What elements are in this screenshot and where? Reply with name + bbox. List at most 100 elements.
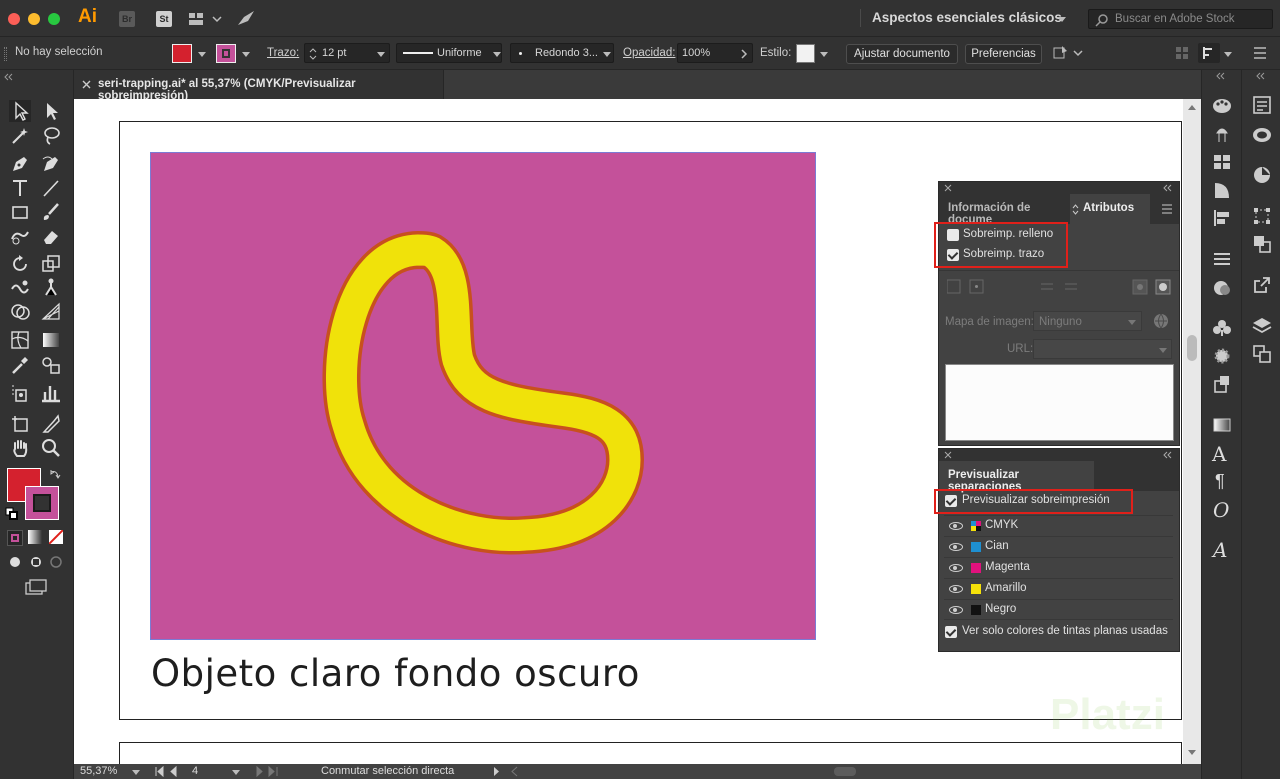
pathfinder-icon[interactable] (1252, 234, 1272, 254)
opentype-icon[interactable]: O (1213, 498, 1229, 522)
close-icon[interactable] (944, 451, 952, 459)
mesh-tool-icon[interactable] (9, 329, 31, 351)
zoom-window-button[interactable] (48, 13, 60, 25)
status-menu-icon[interactable] (492, 766, 522, 777)
chevron-down-icon[interactable] (232, 770, 240, 775)
properties-icon[interactable] (1252, 95, 1272, 115)
zoom-level[interactable]: 55,37% (80, 765, 117, 777)
symbol-sprayer-tool-icon[interactable] (9, 382, 31, 404)
select-similar-icon[interactable] (1052, 45, 1084, 61)
gpu-performance-icon[interactable] (236, 9, 256, 27)
puppet-warp-tool-icon[interactable] (40, 277, 62, 299)
export-asset-icon[interactable] (1212, 374, 1232, 394)
variable-width-profile[interactable]: Uniforme (396, 43, 502, 63)
tab-document-info[interactable]: Información de docume (939, 194, 1070, 226)
horizontal-scroll-thumb[interactable] (834, 767, 856, 776)
next-artboard[interactable] (119, 742, 1182, 764)
screen-mode-icon[interactable] (24, 578, 48, 596)
brush-definition[interactable]: Redondo 3... (510, 43, 614, 63)
stock-button[interactable]: St (156, 11, 172, 27)
opacity-label[interactable]: Opacidad: (623, 47, 675, 59)
appearance-icon[interactable] (1212, 278, 1232, 298)
lasso-tool-icon[interactable] (40, 125, 62, 147)
collapse-panel-icon[interactable] (4, 70, 70, 82)
symbols-icon[interactable] (1212, 180, 1232, 200)
collapse-panel-icon[interactable] (1163, 451, 1173, 459)
blend-tool-icon[interactable] (40, 354, 62, 376)
transform-icon[interactable] (1252, 206, 1272, 226)
none-mode-icon[interactable] (49, 530, 63, 544)
curvature-tool-icon[interactable] (40, 153, 62, 175)
artboards-icon[interactable] (1252, 344, 1272, 364)
document-tab[interactable]: seri-trapping.ai* al 55,37% (CMYK/Previs… (74, 70, 444, 102)
close-icon[interactable] (82, 80, 91, 89)
note-textarea[interactable] (945, 364, 1174, 441)
gradient-mode-icon[interactable] (28, 530, 42, 544)
eye-icon[interactable] (949, 543, 963, 551)
fit-document-button[interactable]: Ajustar documento (846, 44, 958, 64)
panel-header[interactable] (939, 449, 1179, 461)
draw-modes-icon[interactable] (7, 554, 67, 570)
color-guide-icon[interactable] (1252, 165, 1272, 185)
image-map-select[interactable]: Ninguno (1033, 311, 1142, 331)
rotate-tool-icon[interactable] (9, 253, 31, 275)
warp-tool-icon[interactable] (9, 277, 31, 299)
eyedropper-tool-icon[interactable] (9, 354, 31, 376)
column-graph-tool-icon[interactable] (40, 382, 62, 404)
eye-icon[interactable] (949, 585, 963, 593)
vertical-scrollbar[interactable] (1183, 99, 1201, 764)
layers-visibility-icon[interactable] (1212, 346, 1232, 366)
stepper-icon[interactable] (309, 47, 317, 61)
direct-selection-tool-icon[interactable] (40, 100, 62, 122)
separation-row-amarillo[interactable]: Amarillo (944, 578, 1173, 599)
swap-colors-icon[interactable] (49, 468, 61, 480)
separation-row-magenta[interactable]: Magenta (944, 557, 1173, 578)
scale-tool-icon[interactable] (40, 253, 62, 275)
arrange-documents-icon[interactable] (188, 11, 222, 27)
stroke-color-swatch[interactable] (25, 486, 59, 520)
artboard-number[interactable]: 4 (192, 765, 198, 777)
pen-tool-icon[interactable] (9, 153, 31, 175)
graphic-styles-icon[interactable] (1212, 318, 1232, 338)
export-icon[interactable] (1252, 275, 1272, 295)
panel-menu-icon[interactable] (1161, 204, 1173, 214)
bean-shape[interactable] (300, 220, 660, 570)
spot-colors-only-checkbox[interactable] (945, 626, 957, 638)
gradient-tool-icon[interactable] (40, 329, 62, 351)
chevron-down-icon[interactable] (1224, 52, 1232, 57)
zoom-tool-icon[interactable] (40, 437, 62, 459)
shaper-tool-icon[interactable] (9, 225, 31, 247)
first-prev-artboard-icon[interactable] (154, 766, 188, 777)
stroke-label[interactable]: Trazo: (267, 47, 299, 59)
perspective-grid-tool-icon[interactable] (40, 301, 62, 323)
slice-tool-icon[interactable] (40, 413, 62, 435)
artboard-tool-icon[interactable] (9, 413, 31, 435)
align-icon[interactable] (1174, 45, 1190, 61)
character-icon[interactable]: A (1212, 442, 1226, 466)
collapse-panel-icon[interactable] (1163, 184, 1173, 192)
fill-swatch[interactable] (172, 44, 192, 63)
selection-tool-icon[interactable] (9, 100, 31, 122)
transform-panel-icon[interactable] (1198, 43, 1220, 63)
stroke-weight-field[interactable]: 12 pt (304, 43, 390, 63)
magic-wand-tool-icon[interactable] (9, 125, 31, 147)
eraser-tool-icon[interactable] (40, 225, 62, 247)
separation-row-cian[interactable]: Cian (944, 536, 1173, 557)
stroke-panel-icon[interactable] (1212, 249, 1232, 269)
globe-icon[interactable] (1153, 313, 1169, 329)
url-field[interactable] (1033, 339, 1172, 359)
type-tool-icon[interactable] (9, 177, 31, 199)
line-tool-icon[interactable] (40, 177, 62, 199)
glyphs-icon[interactable]: A (1213, 538, 1227, 562)
close-window-button[interactable] (8, 13, 20, 25)
tab-attributes[interactable]: Atributos (1070, 194, 1150, 224)
grip-handle[interactable] (4, 47, 7, 61)
bridge-button[interactable]: Br (119, 11, 135, 27)
opacity-field[interactable]: 100% (677, 43, 753, 63)
default-colors-icon[interactable] (5, 507, 19, 521)
stroke-swatch[interactable] (216, 44, 236, 63)
gradient-panel-icon[interactable] (1212, 415, 1232, 435)
eye-icon[interactable] (949, 606, 963, 614)
color-mode-icon[interactable] (7, 530, 23, 546)
eye-icon[interactable] (949, 564, 963, 572)
